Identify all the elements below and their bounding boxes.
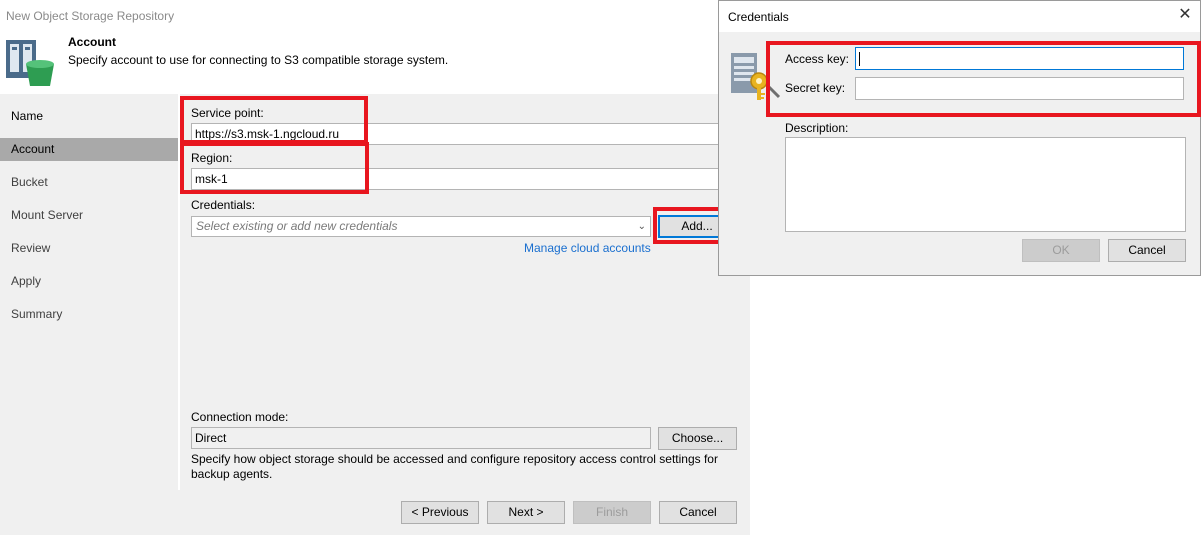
sidebar-item-apply[interactable]: Apply <box>0 270 178 293</box>
connection-mode-field: Direct <box>191 427 651 449</box>
region-field[interactable]: msk-1 <box>191 168 751 190</box>
account-step-content: Service point: https://s3.msk-1.ngcloud.… <box>180 94 751 490</box>
sidebar-item-mount-server[interactable]: Mount Server <box>0 204 178 227</box>
close-icon[interactable]: ✕ <box>1176 6 1194 24</box>
previous-button[interactable]: < Previous <box>401 501 479 524</box>
dialog-title: Credentials <box>728 10 789 24</box>
cancel-button[interactable]: Cancel <box>659 501 737 524</box>
sidebar-item-summary[interactable]: Summary <box>0 303 178 326</box>
dialog-titlebar: Credentials ✕ <box>719 1 1200 32</box>
credentials-label: Credentials: <box>191 198 256 212</box>
chevron-down-icon[interactable]: ⌄ <box>638 217 646 236</box>
manage-cloud-accounts-link[interactable]: Manage cloud accounts <box>524 241 651 255</box>
access-key-field[interactable] <box>855 47 1184 70</box>
wizard-window: New Object Storage Repository Account Sp… <box>0 0 751 535</box>
finish-button[interactable]: Finish <box>573 501 651 524</box>
description-label: Description: <box>785 121 849 135</box>
step-description: Specify account to use for connecting to… <box>68 53 449 67</box>
sidebar-item-bucket[interactable]: Bucket <box>0 171 178 194</box>
object-storage-icon <box>6 40 54 86</box>
secret-key-label: Secret key: <box>785 81 846 95</box>
connection-mode-description: Specify how object storage should be acc… <box>191 452 718 481</box>
sidebar-item-name[interactable]: Name <box>0 105 178 128</box>
wizard-header: Account Specify account to use for conne… <box>0 30 750 94</box>
wizard-footer: < Previous Next > Finish Cancel <box>0 490 750 535</box>
credentials-key-icon <box>731 53 781 100</box>
connection-mode-label: Connection mode: <box>191 410 289 424</box>
window-title: New Object Storage Repository <box>6 9 175 23</box>
region-label: Region: <box>191 151 233 165</box>
sidebar-item-review[interactable]: Review <box>0 237 178 260</box>
credentials-dialog: Credentials ✕ Access key: Secret key: De… <box>718 0 1201 276</box>
sidebar-item-account[interactable]: Account <box>0 138 178 161</box>
dialog-cancel-button[interactable]: Cancel <box>1108 239 1186 262</box>
credentials-select-placeholder: Select existing or add new credentials <box>196 219 398 233</box>
description-textarea[interactable] <box>785 137 1186 232</box>
service-point-field[interactable]: https://s3.msk-1.ngcloud.ru <box>191 123 751 145</box>
secret-key-field[interactable] <box>855 77 1184 100</box>
wizard-steps-sidebar: Name Account Bucket Mount Server Review … <box>0 94 178 490</box>
credentials-select[interactable]: Select existing or add new credentials ⌄ <box>191 216 651 237</box>
ok-button[interactable]: OK <box>1022 239 1100 262</box>
service-point-label: Service point: <box>191 106 264 120</box>
step-title: Account <box>68 35 116 49</box>
next-button[interactable]: Next > <box>487 501 565 524</box>
text-caret <box>859 51 860 66</box>
access-key-label: Access key: <box>785 52 850 66</box>
choose-connection-mode-button[interactable]: Choose... <box>658 427 737 450</box>
